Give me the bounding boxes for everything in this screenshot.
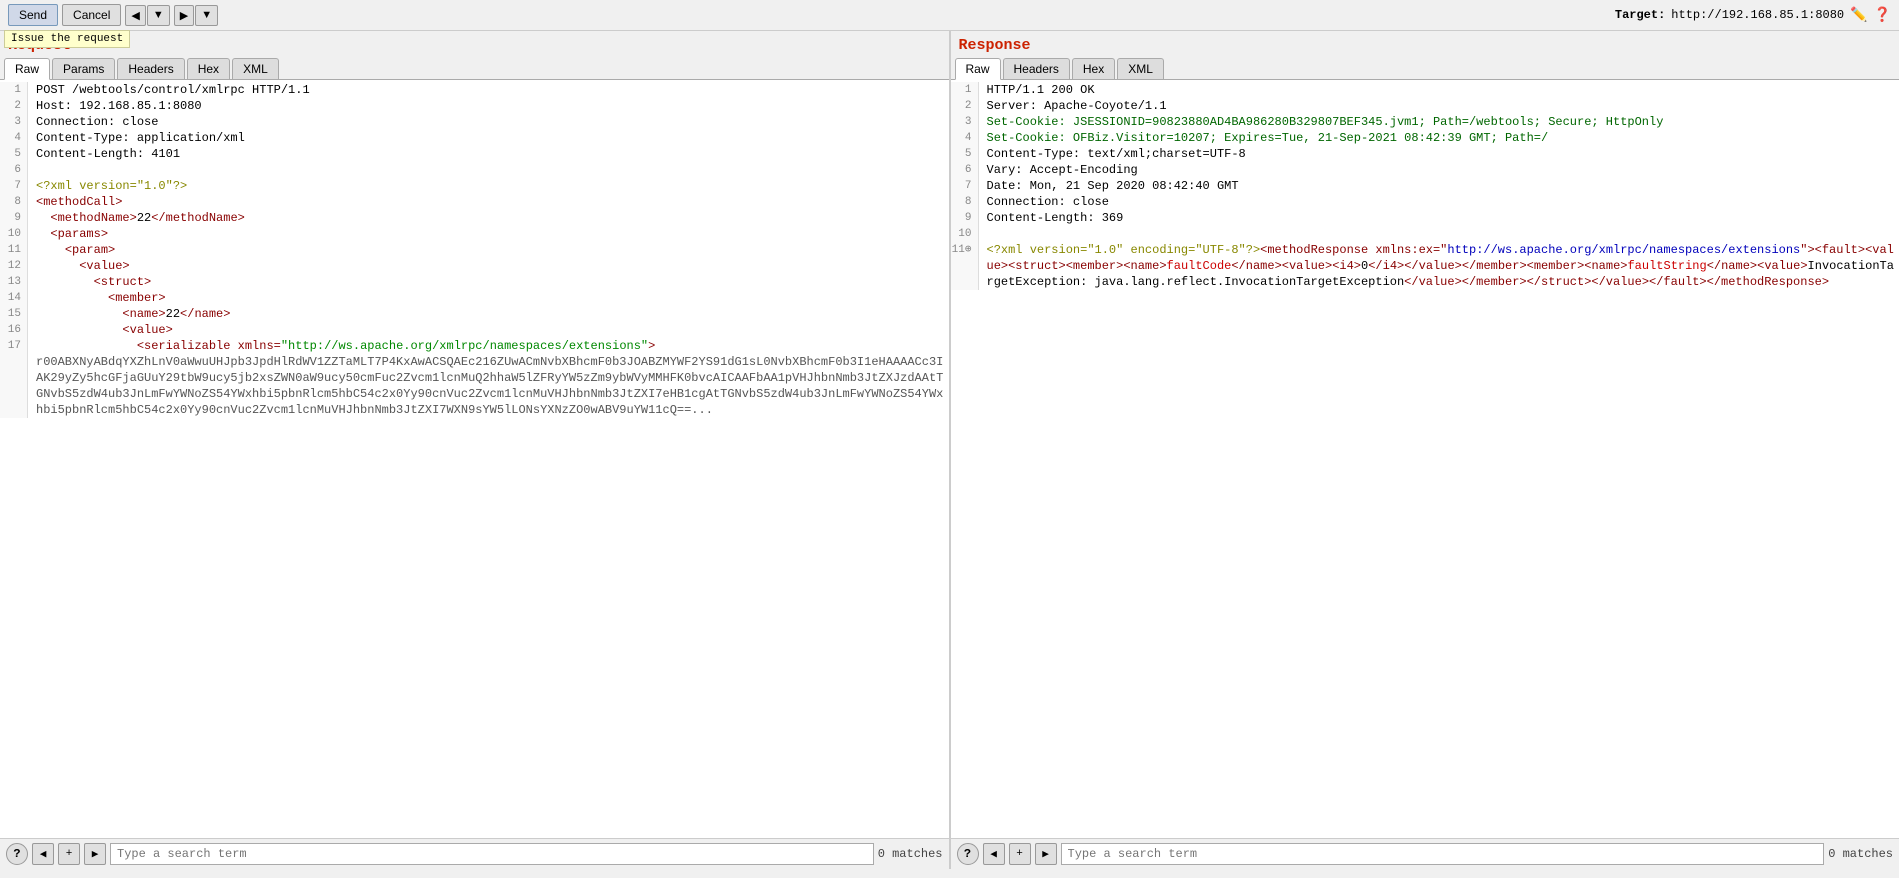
table-row: r00ABXNyABdqYXZhLnV0aWwuUHJpb3JpdHlRdWV1…	[0, 354, 949, 418]
response-tab-bar: Raw Headers Hex XML	[951, 56, 1899, 80]
table-row: 10	[951, 226, 1899, 242]
table-row: 12 <value>	[0, 258, 949, 274]
tab-headers-response[interactable]: Headers	[1003, 58, 1070, 79]
next-group: ▶ ▼	[174, 5, 218, 26]
table-row: 2 Server: Apache-Coyote/1.1	[951, 98, 1899, 114]
request-matches-label: 0 matches	[878, 847, 943, 861]
table-row: 2 Host: 192.168.85.1:8080	[0, 98, 949, 114]
table-row: 3 Set-Cookie: JSESSIONID=90823880AD4BA98…	[951, 114, 1899, 130]
prev-group: ◀ ▼	[125, 5, 169, 26]
help-icon[interactable]: ❓	[1874, 7, 1891, 24]
table-row: 7 <?xml version="1.0"?>	[0, 178, 949, 194]
target-info: Target: http://192.168.85.1:8080 ✏️ ❓	[1615, 7, 1891, 24]
table-row: 17 <serializable xmlns="http://ws.apache…	[0, 338, 949, 354]
prev-button[interactable]: ◀	[125, 5, 145, 26]
table-row: 4 Content-Type: application/xml	[0, 130, 949, 146]
table-row: 7 Date: Mon, 21 Sep 2020 08:42:40 GMT	[951, 178, 1899, 194]
table-row: 4 Set-Cookie: OFBiz.Visitor=10207; Expir…	[951, 130, 1899, 146]
table-row: 9 <methodName>22</methodName>	[0, 210, 949, 226]
response-search-options-button[interactable]: ▶	[1035, 843, 1057, 865]
request-tab-bar: Raw Params Headers Hex XML	[0, 56, 949, 80]
request-next-match-button[interactable]: +	[58, 843, 80, 865]
request-help-button[interactable]: ?	[6, 843, 28, 865]
table-row: 5 Content-Type: text/xml;charset=UTF-8	[951, 146, 1899, 162]
table-row: 6 Vary: Accept-Encoding	[951, 162, 1899, 178]
request-search-input[interactable]	[110, 843, 874, 865]
table-row: 8 <methodCall>	[0, 194, 949, 210]
tab-params-request[interactable]: Params	[52, 58, 115, 79]
tab-hex-response[interactable]: Hex	[1072, 58, 1115, 79]
table-row: 9 Content-Length: 369	[951, 210, 1899, 226]
request-pane: Request Raw Params Headers Hex XML 1 POS…	[0, 31, 951, 869]
response-editor[interactable]: 1 HTTP/1.1 200 OK 2 Server: Apache-Coyot…	[951, 80, 1899, 838]
send-button[interactable]: Send	[8, 4, 58, 26]
tab-raw-response[interactable]: Raw	[955, 58, 1001, 80]
response-help-button[interactable]: ?	[957, 843, 979, 865]
request-prev-match-button[interactable]: ◀	[32, 843, 54, 865]
table-row: 16 <value>	[0, 322, 949, 338]
edit-target-icon[interactable]: ✏️	[1850, 7, 1867, 24]
prev-drop-button[interactable]: ▼	[147, 5, 170, 26]
request-search-options-button[interactable]: ▶	[84, 843, 106, 865]
table-row: 1 HTTP/1.1 200 OK	[951, 82, 1899, 98]
response-next-match-button[interactable]: +	[1009, 843, 1031, 865]
table-row: 1 POST /webtools/control/xmlrpc HTTP/1.1	[0, 82, 949, 98]
table-row: 15 <name>22</name>	[0, 306, 949, 322]
target-label: Target:	[1615, 8, 1665, 22]
table-row: 11 <param>	[0, 242, 949, 258]
toolbar: Send Cancel ◀ ▼ ▶ ▼ Issue the request Ta…	[0, 0, 1899, 31]
tab-hex-request[interactable]: Hex	[187, 58, 230, 79]
table-row: 3 Connection: close	[0, 114, 949, 130]
table-row: 5 Content-Length: 4101	[0, 146, 949, 162]
request-title: Request	[0, 31, 949, 56]
target-url: http://192.168.85.1:8080	[1671, 8, 1844, 22]
tab-xml-response[interactable]: XML	[1117, 58, 1164, 79]
response-title: Response	[951, 31, 1899, 56]
cancel-button[interactable]: Cancel	[62, 4, 121, 26]
table-row: 8 Connection: close	[951, 194, 1899, 210]
next-button[interactable]: ▶	[174, 5, 194, 26]
next-drop-button[interactable]: ▼	[195, 5, 218, 26]
response-prev-match-button[interactable]: ◀	[983, 843, 1005, 865]
tab-headers-request[interactable]: Headers	[117, 58, 184, 79]
request-search-bar: ? ◀ + ▶ 0 matches	[0, 838, 949, 869]
send-tooltip: Issue the request	[4, 30, 130, 48]
table-row: 11⊕ <?xml version="1.0" encoding="UTF-8"…	[951, 242, 1899, 290]
table-row: 6	[0, 162, 949, 178]
response-search-bar: ? ◀ + ▶ 0 matches	[951, 838, 1899, 869]
response-search-input[interactable]	[1061, 843, 1825, 865]
response-pane: Response Raw Headers Hex XML 1 HTTP/1.1 …	[951, 31, 1899, 869]
tab-xml-request[interactable]: XML	[232, 58, 279, 79]
response-matches-label: 0 matches	[1828, 847, 1893, 861]
table-row: 13 <struct>	[0, 274, 949, 290]
main-content: Request Raw Params Headers Hex XML 1 POS…	[0, 31, 1899, 869]
table-row: 14 <member>	[0, 290, 949, 306]
table-row: 10 <params>	[0, 226, 949, 242]
tab-raw-request[interactable]: Raw	[4, 58, 50, 80]
request-editor[interactable]: 1 POST /webtools/control/xmlrpc HTTP/1.1…	[0, 80, 949, 838]
